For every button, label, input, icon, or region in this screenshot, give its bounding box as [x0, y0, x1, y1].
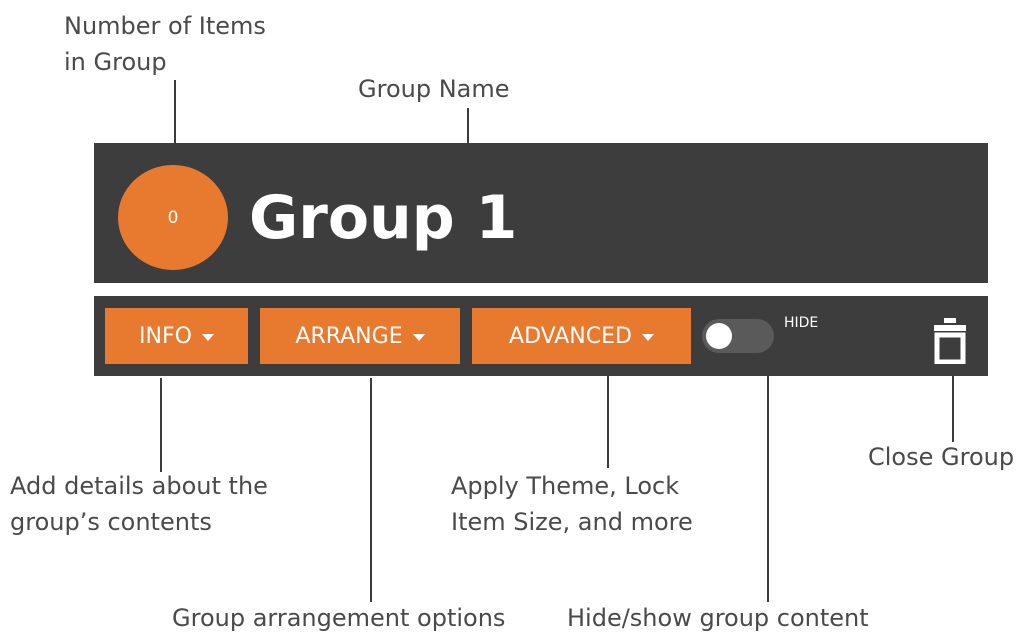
group-name[interactable]: Group 1 [249, 183, 517, 253]
leader-line-advanced [607, 368, 609, 468]
info-button[interactable]: INFO [105, 308, 248, 364]
annotation-arrange: Group arrangement options [172, 604, 506, 632]
annotation-advanced: Apply Theme, Lock Item Size, and more [451, 472, 693, 536]
arrange-button[interactable]: ARRANGE [260, 308, 460, 364]
trash-icon [934, 318, 966, 365]
leader-line-info [160, 378, 162, 472]
caret-down-icon [412, 333, 425, 341]
arrange-button-label: ARRANGE [295, 323, 403, 349]
advanced-button-label: ADVANCED [509, 323, 632, 349]
annotation-close: Close Group [868, 443, 1015, 471]
caret-down-icon [641, 333, 654, 341]
close-group-button[interactable] [932, 316, 968, 365]
info-button-label: INFO [139, 323, 192, 349]
leader-line-arrange [370, 378, 372, 602]
group-header: 0 Group 1 [94, 143, 988, 283]
hide-label: HIDE [784, 315, 819, 331]
hide-toggle[interactable] [702, 319, 774, 353]
annotation-info: Add details about the group’s contents [10, 472, 268, 536]
toggle-knob [706, 323, 732, 349]
leader-line-close [952, 372, 954, 442]
item-count-badge: 0 [118, 165, 228, 270]
leader-line-hide [767, 370, 769, 602]
advanced-button[interactable]: ADVANCED [472, 308, 691, 364]
annotation-group-name: Group Name [358, 75, 510, 103]
caret-down-icon [201, 333, 214, 341]
group-toolbar: INFO ARRANGE ADVANCED HIDE [94, 296, 988, 376]
annotation-hide: Hide/show group content [567, 604, 869, 632]
annotation-item-count: Number of Items in Group [64, 12, 266, 76]
